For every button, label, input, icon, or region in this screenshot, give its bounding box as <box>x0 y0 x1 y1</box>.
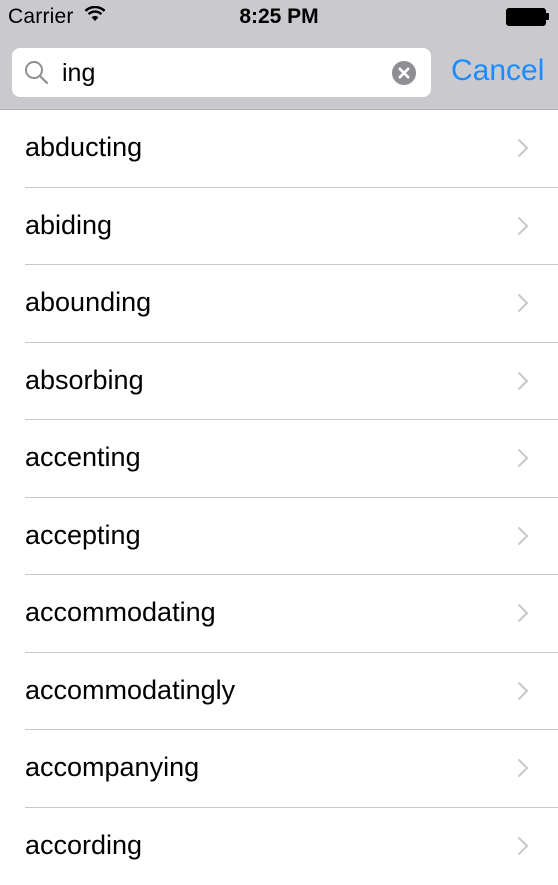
status-bar: Carrier 8:25 PM <box>0 0 558 34</box>
list-item-label: according <box>25 830 142 861</box>
list-item[interactable]: according <box>0 808 558 885</box>
search-header: Carrier 8:25 PM ing <box>0 0 558 110</box>
list-item[interactable]: accenting <box>0 420 558 498</box>
chevron-right-icon <box>517 293 529 318</box>
clear-icon[interactable] <box>391 60 417 91</box>
list-item-label: accenting <box>25 442 141 473</box>
chevron-right-icon <box>517 603 529 628</box>
search-query-text[interactable]: ing <box>62 59 95 88</box>
list-item-label: accommodatingly <box>25 675 235 706</box>
list-item[interactable]: absorbing <box>0 343 558 421</box>
list-item[interactable]: accommodatingly <box>0 653 558 731</box>
list-item-label: abducting <box>25 132 142 163</box>
cancel-button[interactable]: Cancel <box>451 54 544 88</box>
status-time: 8:25 PM <box>0 5 558 29</box>
list-item-label: accommodating <box>25 597 216 628</box>
chevron-right-icon <box>517 836 529 861</box>
list-item-label: accompanying <box>25 752 199 783</box>
chevron-right-icon <box>517 371 529 396</box>
list-item[interactable]: abducting <box>0 110 558 188</box>
list-item-label: absorbing <box>25 365 144 396</box>
chevron-right-icon <box>517 138 529 163</box>
chevron-right-icon <box>517 448 529 473</box>
list-item-label: accepting <box>25 520 141 551</box>
chevron-right-icon <box>517 758 529 783</box>
list-item[interactable]: accepting <box>0 498 558 576</box>
list-item[interactable]: accompanying <box>0 730 558 808</box>
results-list: abducting abiding abounding absorbing ac… <box>0 110 558 885</box>
search-icon <box>24 60 50 91</box>
chevron-right-icon <box>517 216 529 241</box>
chevron-right-icon <box>517 681 529 706</box>
list-item-label: abounding <box>25 287 151 318</box>
list-item[interactable]: abiding <box>0 188 558 266</box>
list-item[interactable]: accommodating <box>0 575 558 653</box>
chevron-right-icon <box>517 526 529 551</box>
search-input[interactable]: ing <box>12 48 431 97</box>
list-item-label: abiding <box>25 210 112 241</box>
battery-icon <box>506 8 550 26</box>
list-item[interactable]: abounding <box>0 265 558 343</box>
